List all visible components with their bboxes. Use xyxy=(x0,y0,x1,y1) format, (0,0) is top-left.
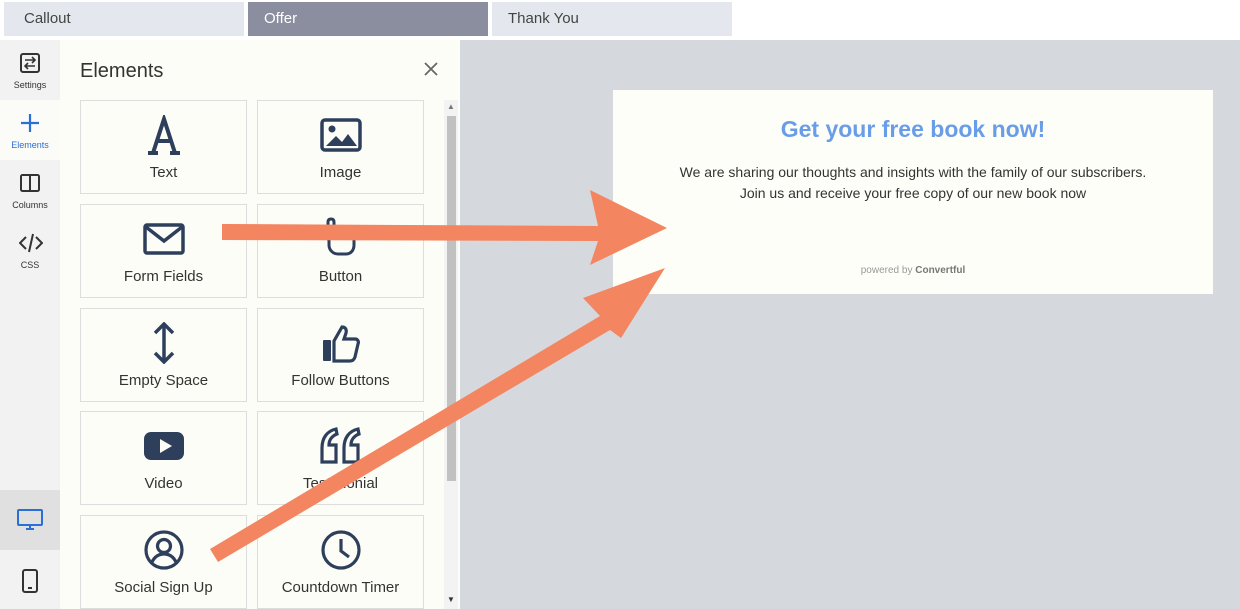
envelope-icon xyxy=(143,223,185,255)
sidebar-item-settings[interactable]: Settings xyxy=(0,40,60,100)
sidebar-item-label: Columns xyxy=(12,200,48,210)
tile-label: Empty Space xyxy=(118,372,209,389)
plus-icon xyxy=(21,114,39,132)
elements-panel: Elements Text Image Form Fields Button E… xyxy=(60,40,460,609)
code-icon xyxy=(19,233,43,253)
clock-icon xyxy=(321,530,361,570)
scrollbar-thumb[interactable] xyxy=(447,116,456,481)
tile-label: Follow Buttons xyxy=(291,372,390,389)
mobile-view-button[interactable] xyxy=(0,552,60,609)
tile-label: Form Fields xyxy=(123,268,204,285)
element-tile-testimonial[interactable]: Testimonial xyxy=(257,411,424,505)
sidebar-item-label: Elements xyxy=(11,140,49,150)
close-icon[interactable] xyxy=(422,60,440,78)
mobile-icon xyxy=(22,569,38,593)
tile-label: Countdown Timer xyxy=(281,579,400,596)
desktop-icon xyxy=(17,509,43,530)
image-icon xyxy=(320,118,362,152)
scroll-up-arrow-icon[interactable]: ▲ xyxy=(447,102,455,111)
tile-label: Testimonial xyxy=(302,475,379,492)
powered-by: powered by Convertful xyxy=(613,265,1213,276)
powered-by-prefix: powered by xyxy=(860,265,913,276)
popup-text: We are sharing our thoughts and insights… xyxy=(613,162,1213,204)
thumbs-up-icon xyxy=(323,325,360,363)
element-tile-text[interactable]: Text xyxy=(80,100,247,194)
element-tile-countdown-timer[interactable]: Countdown Timer xyxy=(257,515,424,609)
preview-canvas: Get your free book now! We are sharing o… xyxy=(460,40,1240,609)
element-tile-empty-space[interactable]: Empty Space xyxy=(80,308,247,402)
popup-text-line: We are sharing our thoughts and insights… xyxy=(679,164,1147,180)
tab-offer[interactable]: Offer xyxy=(248,2,488,36)
powered-by-brand: Convertful xyxy=(915,265,966,276)
element-tile-button[interactable]: Button xyxy=(257,204,424,298)
element-tile-social-sign-up[interactable]: Social Sign Up xyxy=(80,515,247,609)
scroll-down-arrow-icon[interactable]: ▼ xyxy=(447,595,455,604)
user-circle-icon xyxy=(144,530,184,570)
tile-label: Social Sign Up xyxy=(114,579,213,596)
sidebar-rail: Settings Elements Columns CSS xyxy=(0,40,60,609)
panel-title: Elements xyxy=(80,60,164,82)
sidebar-item-label: Settings xyxy=(13,80,47,90)
step-tabs: Callout Offer Thank You xyxy=(0,0,1240,40)
sidebar-item-elements[interactable]: Elements xyxy=(0,100,60,160)
tile-label: Image xyxy=(319,164,362,181)
tile-label: Video xyxy=(144,475,183,492)
sidebar-item-css[interactable]: CSS xyxy=(0,220,60,280)
video-play-icon xyxy=(144,432,184,460)
tab-callout[interactable]: Callout xyxy=(4,2,244,36)
columns-icon xyxy=(20,174,40,192)
vertical-arrows-icon xyxy=(153,322,175,364)
editor: Callout Offer Thank You Settings Element… xyxy=(0,0,1240,609)
popup-preview[interactable]: Get your free book now! We are sharing o… xyxy=(613,90,1213,294)
tile-label: Button xyxy=(318,268,363,285)
text-icon xyxy=(148,115,180,155)
popup-text-line: Join us and receive your free copy of ou… xyxy=(739,185,1087,201)
sidebar-item-label: CSS xyxy=(20,260,40,270)
tab-thank-you[interactable]: Thank You xyxy=(492,2,732,36)
element-tile-form-fields[interactable]: Form Fields xyxy=(80,204,247,298)
hand-pointer-icon xyxy=(321,217,356,256)
panel-scrollbar[interactable]: ▲ ▼ xyxy=(444,100,458,609)
element-tile-image[interactable]: Image xyxy=(257,100,424,194)
tile-label: Text xyxy=(149,164,178,181)
popup-heading: Get your free book now! xyxy=(780,116,1046,142)
settings-icon xyxy=(20,53,40,73)
element-tile-video[interactable]: Video xyxy=(80,411,247,505)
element-tile-follow-buttons[interactable]: Follow Buttons xyxy=(257,308,424,402)
desktop-view-button[interactable] xyxy=(0,490,60,550)
sidebar-item-columns[interactable]: Columns xyxy=(0,160,60,220)
quote-icon xyxy=(320,427,361,464)
